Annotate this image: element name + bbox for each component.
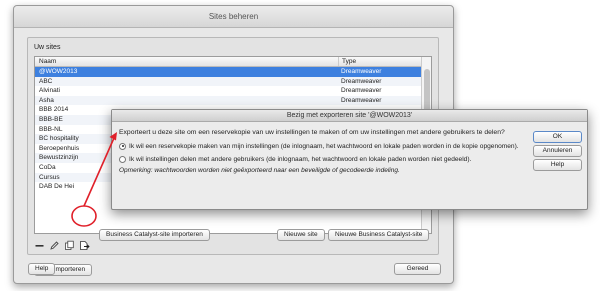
dialog-note: Opmerking: wachtwoorden worden niet geëx… bbox=[119, 167, 400, 174]
radio-backup[interactable] bbox=[119, 142, 126, 150]
dialog-help-button[interactable]: Help bbox=[533, 159, 582, 171]
radio-share[interactable] bbox=[119, 155, 126, 163]
table-row[interactable]: ABC Dreamweaver bbox=[35, 76, 421, 87]
site-type: Dreamweaver bbox=[341, 77, 382, 85]
new-business-catalyst-button[interactable]: Nieuwe Business Catalyst-site bbox=[328, 229, 430, 241]
site-name: CoDa bbox=[39, 163, 56, 171]
dialog-question: Exporteert u deze site om een reservekop… bbox=[119, 129, 505, 136]
option-backup[interactable]: Ik wil een reservekopie maken van mijn i… bbox=[119, 141, 519, 151]
site-name: Bewustzinzijn bbox=[39, 154, 79, 162]
site-type: Dreamweaver bbox=[341, 87, 382, 95]
site-name: DAB De Hei bbox=[39, 183, 75, 191]
site-type: Dreamweaver bbox=[341, 68, 382, 75]
site-name: BBB-NL bbox=[39, 125, 63, 133]
site-name: Cursus bbox=[39, 173, 60, 181]
import-business-catalyst-button[interactable]: Business Catalyst-site importeren bbox=[99, 229, 210, 241]
site-name: Asha bbox=[39, 96, 54, 104]
minus-icon[interactable] bbox=[34, 240, 45, 251]
dialog-title: Bezig met exporteren site '@WOW2013' bbox=[286, 112, 413, 119]
help-button[interactable]: Help bbox=[28, 263, 56, 275]
cancel-button[interactable]: Annuleren bbox=[533, 145, 582, 157]
ok-button[interactable]: OK bbox=[533, 131, 582, 143]
option-backup-label: Ik wil een reservekopie maken van mijn i… bbox=[129, 142, 519, 150]
site-type: Dreamweaver bbox=[341, 96, 382, 104]
site-name: Alvinati bbox=[39, 87, 60, 95]
table-row[interactable]: @WOW2013 Dreamweaver bbox=[35, 67, 421, 77]
table-row[interactable]: Asha Dreamweaver bbox=[35, 95, 421, 106]
table-row[interactable]: Alvinati Dreamweaver bbox=[35, 86, 421, 96]
column-header-type[interactable]: Type bbox=[338, 57, 356, 66]
export-icon[interactable] bbox=[79, 240, 90, 251]
pencil-icon[interactable] bbox=[49, 240, 60, 251]
duplicate-icon[interactable] bbox=[64, 240, 75, 251]
sites-group-label: Uw sites bbox=[34, 44, 61, 51]
window-title: Sites beheren bbox=[208, 12, 259, 21]
table-header: Naam Type bbox=[35, 57, 421, 67]
site-name: Beroepenhuis bbox=[39, 144, 80, 152]
column-header-name[interactable]: Naam bbox=[39, 58, 56, 65]
dialog-titlebar[interactable]: Bezig met exporteren site '@WOW2013' bbox=[112, 110, 587, 122]
new-site-button[interactable]: Nieuwe site bbox=[277, 229, 325, 241]
export-site-dialog: Bezig met exporteren site '@WOW2013' Exp… bbox=[111, 109, 588, 210]
option-share[interactable]: Ik wil instellingen delen met andere geb… bbox=[119, 154, 471, 164]
done-button[interactable]: Gereed bbox=[394, 263, 441, 275]
site-name: BBB 2014 bbox=[39, 106, 69, 114]
site-name: @WOW2013 bbox=[39, 68, 78, 75]
window-titlebar[interactable]: Sites beheren bbox=[14, 6, 453, 28]
site-name: BC hospitality bbox=[39, 135, 79, 143]
site-name: ABC bbox=[39, 77, 53, 85]
option-share-label: Ik wil instellingen delen met andere geb… bbox=[129, 155, 472, 163]
site-name: BBB-BE bbox=[39, 115, 63, 123]
